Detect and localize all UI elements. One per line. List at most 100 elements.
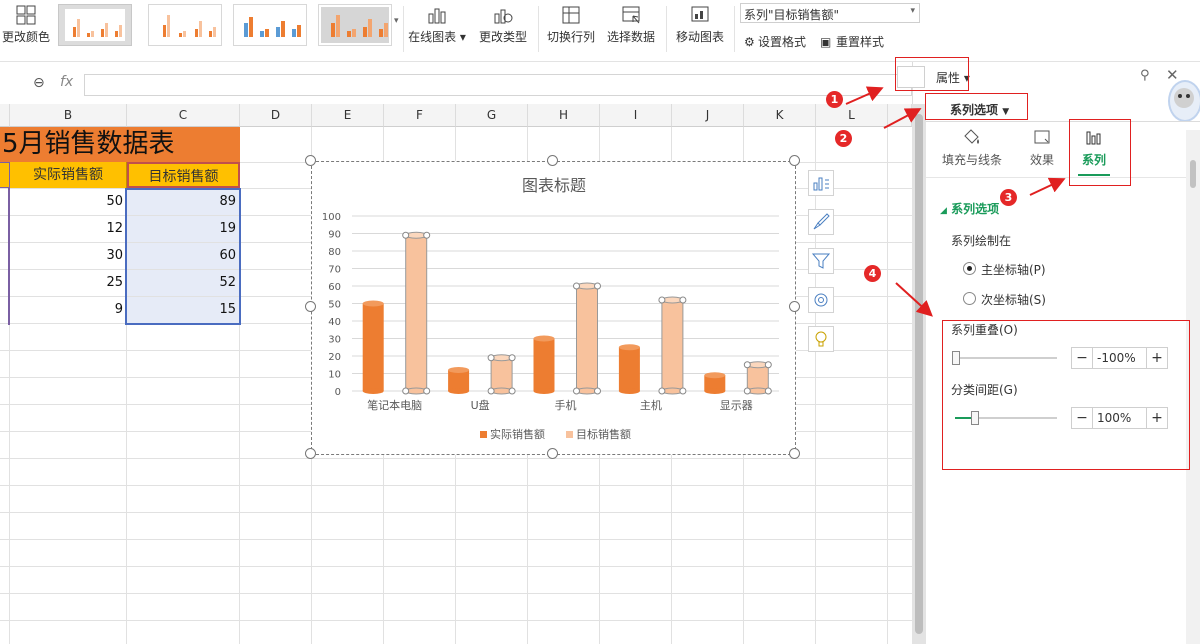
chart-filter-button[interactable] [808, 248, 834, 274]
selection-handle [594, 387, 601, 395]
paint-bucket-icon [964, 129, 979, 144]
legend-swatch [480, 431, 487, 438]
legend-label: 目标销售额 [576, 427, 631, 441]
chart-area[interactable]: 图表标题 0 10 20 30 40 50 60 70 80 90 100 笔记本电脑 U盘 手机 主机 显示器… [311, 161, 796, 455]
bar-actual [618, 347, 640, 391]
resize-handle-w[interactable] [305, 301, 316, 312]
chart-style-thumb-4[interactable] [318, 4, 392, 46]
annotation-box-series-tab [1069, 119, 1131, 186]
bar-base [618, 388, 640, 394]
col-header-c[interactable]: C [127, 104, 240, 127]
avatar[interactable] [1168, 80, 1200, 122]
reset-style-button[interactable]: ▣ 重置样式 [820, 33, 884, 50]
col-header-e[interactable]: E [312, 104, 384, 127]
col-header-m-partial[interactable] [888, 104, 912, 127]
selection-handle [487, 387, 495, 395]
header-cell-partial[interactable] [0, 162, 10, 188]
selection-handle [423, 387, 431, 395]
selection-handle [743, 361, 751, 369]
radio-secondary-axis[interactable] [963, 292, 976, 305]
y-tick-label: 0 [335, 387, 341, 398]
resize-handle-s[interactable] [547, 448, 558, 459]
bar-target [746, 364, 769, 392]
online-chart-button[interactable]: 在线图表 ▾ [406, 0, 468, 45]
annotation-box-series-options [925, 93, 1028, 120]
switch-row-col-label: 切换行列 [546, 30, 595, 44]
filter-icon [811, 253, 831, 269]
selection-handle [402, 231, 410, 239]
selection-handle [658, 387, 666, 395]
col-header-k[interactable]: K [744, 104, 816, 127]
header-target-sales[interactable]: 目标销售额 [127, 162, 240, 188]
x-tick-label: 主机 [640, 398, 662, 412]
x-tick-label: U盘 [471, 398, 490, 412]
series-select-dropdown[interactable]: 系列"目标销售额" ▾ [740, 3, 920, 23]
plot-on-label: 系列绘制在 [951, 234, 1012, 248]
cell-actual-5[interactable]: 9 [10, 297, 127, 323]
col-header-f[interactable]: F [384, 104, 456, 127]
bar-cap [448, 367, 470, 373]
select-data-button[interactable]: 选择数据 [602, 0, 660, 45]
set-format-button[interactable]: ⚙ 设置格式 [744, 33, 806, 50]
header-actual-sales[interactable]: 实际销售额 [10, 162, 127, 188]
col-header-b[interactable]: B [10, 104, 127, 127]
chart-style-thumb-3[interactable] [233, 4, 307, 46]
resize-handle-n[interactable] [547, 155, 558, 166]
bar-base [533, 388, 555, 394]
y-tick-label: 30 [328, 335, 341, 346]
cell-actual-3[interactable]: 30 [10, 243, 127, 269]
col-header-l[interactable]: L [816, 104, 888, 127]
pane-divider [926, 121, 1200, 122]
selection-handle [508, 354, 516, 362]
resize-handle-se[interactable] [789, 448, 800, 459]
chart-settings-button[interactable] [808, 287, 834, 313]
resize-handle-nw[interactable] [305, 155, 316, 166]
chart-elements-button[interactable] [808, 170, 834, 196]
chart-style-thumb-1[interactable] [58, 4, 132, 46]
bar-target [490, 357, 513, 392]
cell-actual-2[interactable]: 12 [10, 216, 127, 242]
selection-handle [764, 361, 772, 369]
section-series-options[interactable]: ◢ 系列选项 [940, 200, 999, 217]
range-highlight-target [125, 188, 241, 325]
x-tick-label: 手机 [555, 398, 577, 412]
tab-fill-line[interactable]: 填充与线条 [941, 128, 1003, 168]
sheet-title-cell[interactable]: 5月销售数据表 [0, 127, 240, 162]
chart-style-button[interactable] [808, 209, 834, 235]
resize-handle-sw[interactable] [305, 448, 316, 459]
switch-row-col-button[interactable]: 切换行列 [542, 0, 600, 45]
change-color-button[interactable]: 更改颜色 [0, 0, 52, 45]
select-data-icon [622, 6, 640, 24]
pin-icon[interactable]: ⚲ [1140, 68, 1150, 83]
move-chart-icon [691, 6, 709, 22]
bar-base [362, 388, 384, 394]
secondary-axis-label[interactable]: 次坐标轴(S) [981, 291, 1046, 308]
col-header-h[interactable]: H [528, 104, 600, 127]
annotation-badge-1: 1 [826, 91, 843, 108]
col-header-d[interactable]: D [240, 104, 312, 127]
move-chart-button[interactable]: 移动图表 [670, 0, 730, 45]
chart-style-thumb-2[interactable] [148, 4, 222, 46]
reset-style-icon: ▣ [820, 35, 832, 49]
resize-handle-e[interactable] [789, 301, 800, 312]
cell-actual-1[interactable]: 50 [10, 189, 127, 215]
col-header-j[interactable]: J [672, 104, 744, 127]
chart-tips-button[interactable] [808, 326, 834, 352]
resize-handle-ne[interactable] [789, 155, 800, 166]
format-icon: ⚙ [744, 35, 755, 49]
change-type-button[interactable]: 更改类型 [474, 0, 532, 45]
change-type-label: 更改类型 [478, 30, 527, 44]
style-gallery-scroll-icon[interactable]: ▾ [394, 16, 399, 26]
formula-input[interactable] [84, 74, 912, 96]
pane-left-scrollbar[interactable] [912, 104, 926, 644]
col-header-g[interactable]: G [456, 104, 528, 127]
zoom-icon[interactable]: ⊖ [33, 75, 45, 91]
fx-icon: fx [60, 74, 74, 90]
col-header-i[interactable]: I [600, 104, 672, 127]
y-tick-label: 10 [328, 370, 341, 381]
cell-actual-4[interactable]: 25 [10, 270, 127, 296]
primary-axis-label[interactable]: 主坐标轴(P) [981, 261, 1046, 278]
tab-effect[interactable]: 效果 [1022, 128, 1062, 168]
col-header-a-partial[interactable] [0, 104, 10, 127]
radio-primary-axis[interactable] [963, 262, 976, 275]
